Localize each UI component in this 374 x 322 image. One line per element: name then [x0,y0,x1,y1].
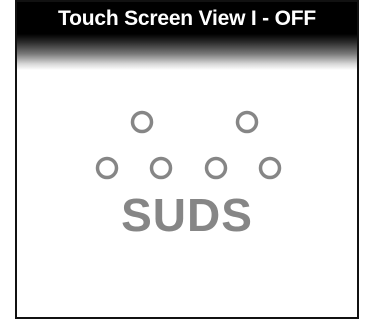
bubble-row-2 [149,156,173,180]
title-bar: Touch Screen View I - OFF [17,2,357,70]
bubble-top-left [130,110,154,134]
suds-label: SUDS [121,189,253,241]
touch-screen-view: Touch Screen View I - OFF SUDS [15,0,359,319]
suds-button[interactable]: SUDS [17,100,357,250]
bubble-row-4 [258,156,282,180]
screen-title: Touch Screen View I - OFF [58,7,316,30]
bubble-row-1 [95,156,119,180]
bubble-row-3 [204,156,228,180]
bubble-top-right [235,110,259,134]
